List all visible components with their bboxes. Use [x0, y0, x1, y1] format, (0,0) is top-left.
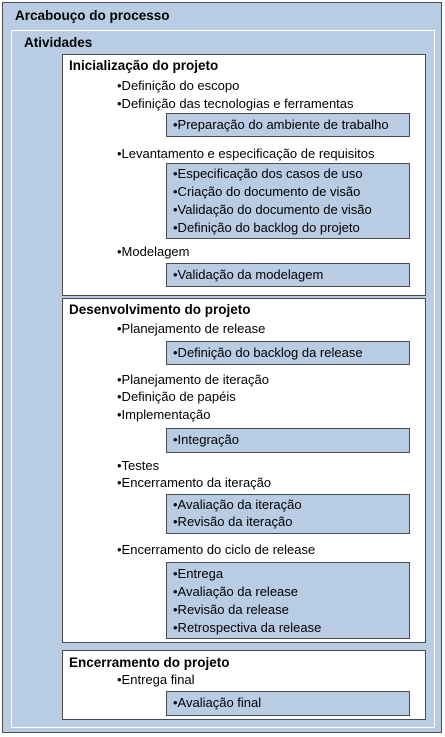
sub-activity-box: •Avaliação final	[166, 691, 410, 716]
activity-item: •Planejamento de iteração	[117, 372, 269, 387]
sub-activity-item: •Validação da modelagem	[173, 267, 324, 282]
sub-activity-item: •Preparação do ambiente de trabalho	[173, 117, 389, 132]
activity-item: •Encerramento do ciclo de release	[117, 542, 316, 557]
activity-item: •Implementação	[117, 407, 211, 422]
sub-activity-box: •Preparação do ambiente de trabalho	[166, 113, 410, 137]
sub-activity-item: •Revisão da iteração	[173, 514, 293, 529]
sub-activity-box: •Validação da modelagem	[166, 263, 410, 287]
sub-activity-item: •Especificação dos casos de uso	[173, 166, 363, 181]
activity-item: •Entrega final	[117, 672, 195, 687]
sub-activity-item: •Avaliação final	[173, 695, 262, 710]
sub-activity-box: •Integração	[166, 428, 410, 453]
activities-title: Atividades	[24, 35, 93, 50]
phase-development-panel: Desenvolvimento do projeto •Planejamento…	[62, 298, 426, 643]
sub-activity-item: •Integração	[173, 432, 239, 447]
sub-activity-box: •Avaliação da iteração •Revisão da itera…	[166, 494, 410, 534]
sub-activity-box: •Especificação dos casos de uso •Criação…	[166, 163, 410, 239]
phase-closing-panel: Encerramento do projeto •Entrega final •…	[62, 650, 426, 720]
sub-activity-item: •Revisão da release	[173, 602, 289, 617]
activities-box: Atividades Inicialização do projeto •Def…	[11, 30, 435, 728]
sub-activity-box: •Definição do backlog da release	[166, 341, 410, 365]
phase-development-title: Desenvolvimento do projeto	[69, 302, 251, 317]
activity-item: •Modelagem	[117, 244, 190, 259]
process-framework-title: Arcabouço do processo	[15, 8, 170, 23]
activity-item: •Definição das tecnologias e ferramentas	[117, 96, 354, 111]
activity-item: •Definição do escopo	[117, 78, 240, 93]
phase-closing-title: Encerramento do projeto	[69, 655, 230, 670]
sub-activity-item: •Avaliação da release	[173, 584, 299, 599]
sub-activity-item: •Retrospectiva da release	[173, 620, 322, 635]
phase-initialization-title: Inicialização do projeto	[69, 58, 219, 73]
sub-activity-box: •Entrega •Avaliação da release •Revisão …	[166, 562, 410, 639]
phase-initialization-panel: Inicialização do projeto •Definição do e…	[62, 54, 426, 296]
sub-activity-item: •Avaliação da iteração	[173, 497, 302, 512]
activity-item: •Definição de papéis	[117, 389, 236, 404]
sub-activity-item: •Criação do documento de visão	[173, 184, 361, 199]
activity-item: •Levantamento e especificação de requisi…	[117, 146, 375, 161]
activity-item: •Encerramento da iteração	[117, 475, 272, 490]
sub-activity-item: •Definição do backlog da release	[173, 345, 363, 360]
activity-item: •Testes	[117, 458, 160, 473]
sub-activity-item: •Entrega	[173, 566, 224, 581]
activity-item: •Planejamento de release	[117, 321, 266, 336]
process-framework-box: Arcabouço do processo Atividades Inicial…	[2, 2, 442, 733]
sub-activity-item: •Validação do documento de visão	[173, 202, 372, 217]
sub-activity-item: •Definição do backlog do projeto	[173, 220, 360, 235]
